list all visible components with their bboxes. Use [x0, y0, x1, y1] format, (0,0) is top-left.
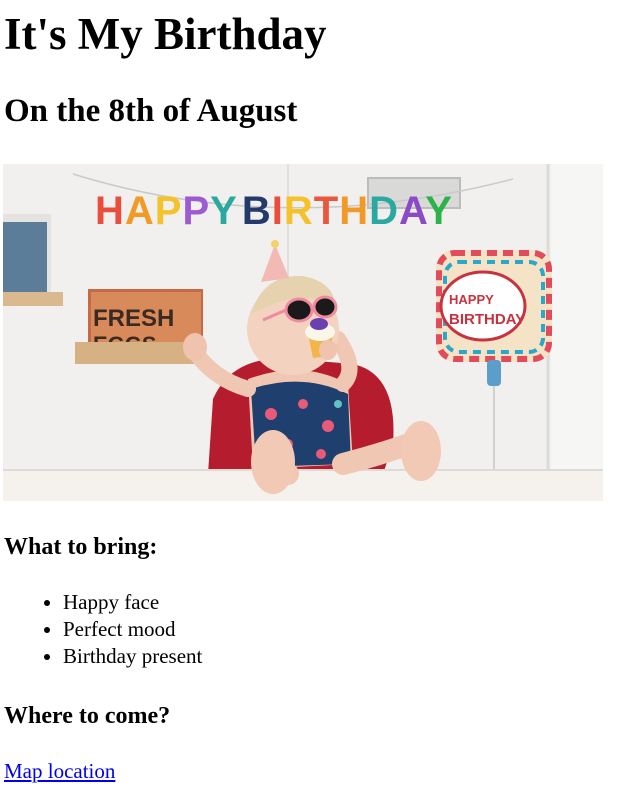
page-subtitle: On the 8th of August — [4, 93, 298, 129]
svg-text:BIRTHDAY: BIRTHDAY — [449, 311, 525, 328]
page: It's My Birthday On the 8th of August FR… — [0, 0, 631, 783]
map-location-link[interactable]: Map location — [4, 759, 115, 784]
list-item: Happy face — [63, 589, 202, 616]
banner-letters: HAPPY BIRTHDAY — [95, 189, 453, 233]
list-item: Birthday present — [63, 643, 202, 670]
what-to-bring-heading: What to bring: — [4, 534, 158, 560]
birthday-photo: FRESH EGGS HAPPYBIRTHDAY HAPPY BIRTHDAY — [3, 164, 603, 501]
where-to-come-heading: Where to come? — [4, 703, 171, 729]
page-title: It's My Birthday — [4, 9, 327, 59]
svg-text:FRESH: FRESH — [93, 305, 174, 332]
bring-list: Happy face Perfect mood Birthday present — [4, 589, 202, 670]
list-item: Perfect mood — [63, 616, 202, 643]
svg-text:HAPPY: HAPPY — [449, 292, 494, 307]
